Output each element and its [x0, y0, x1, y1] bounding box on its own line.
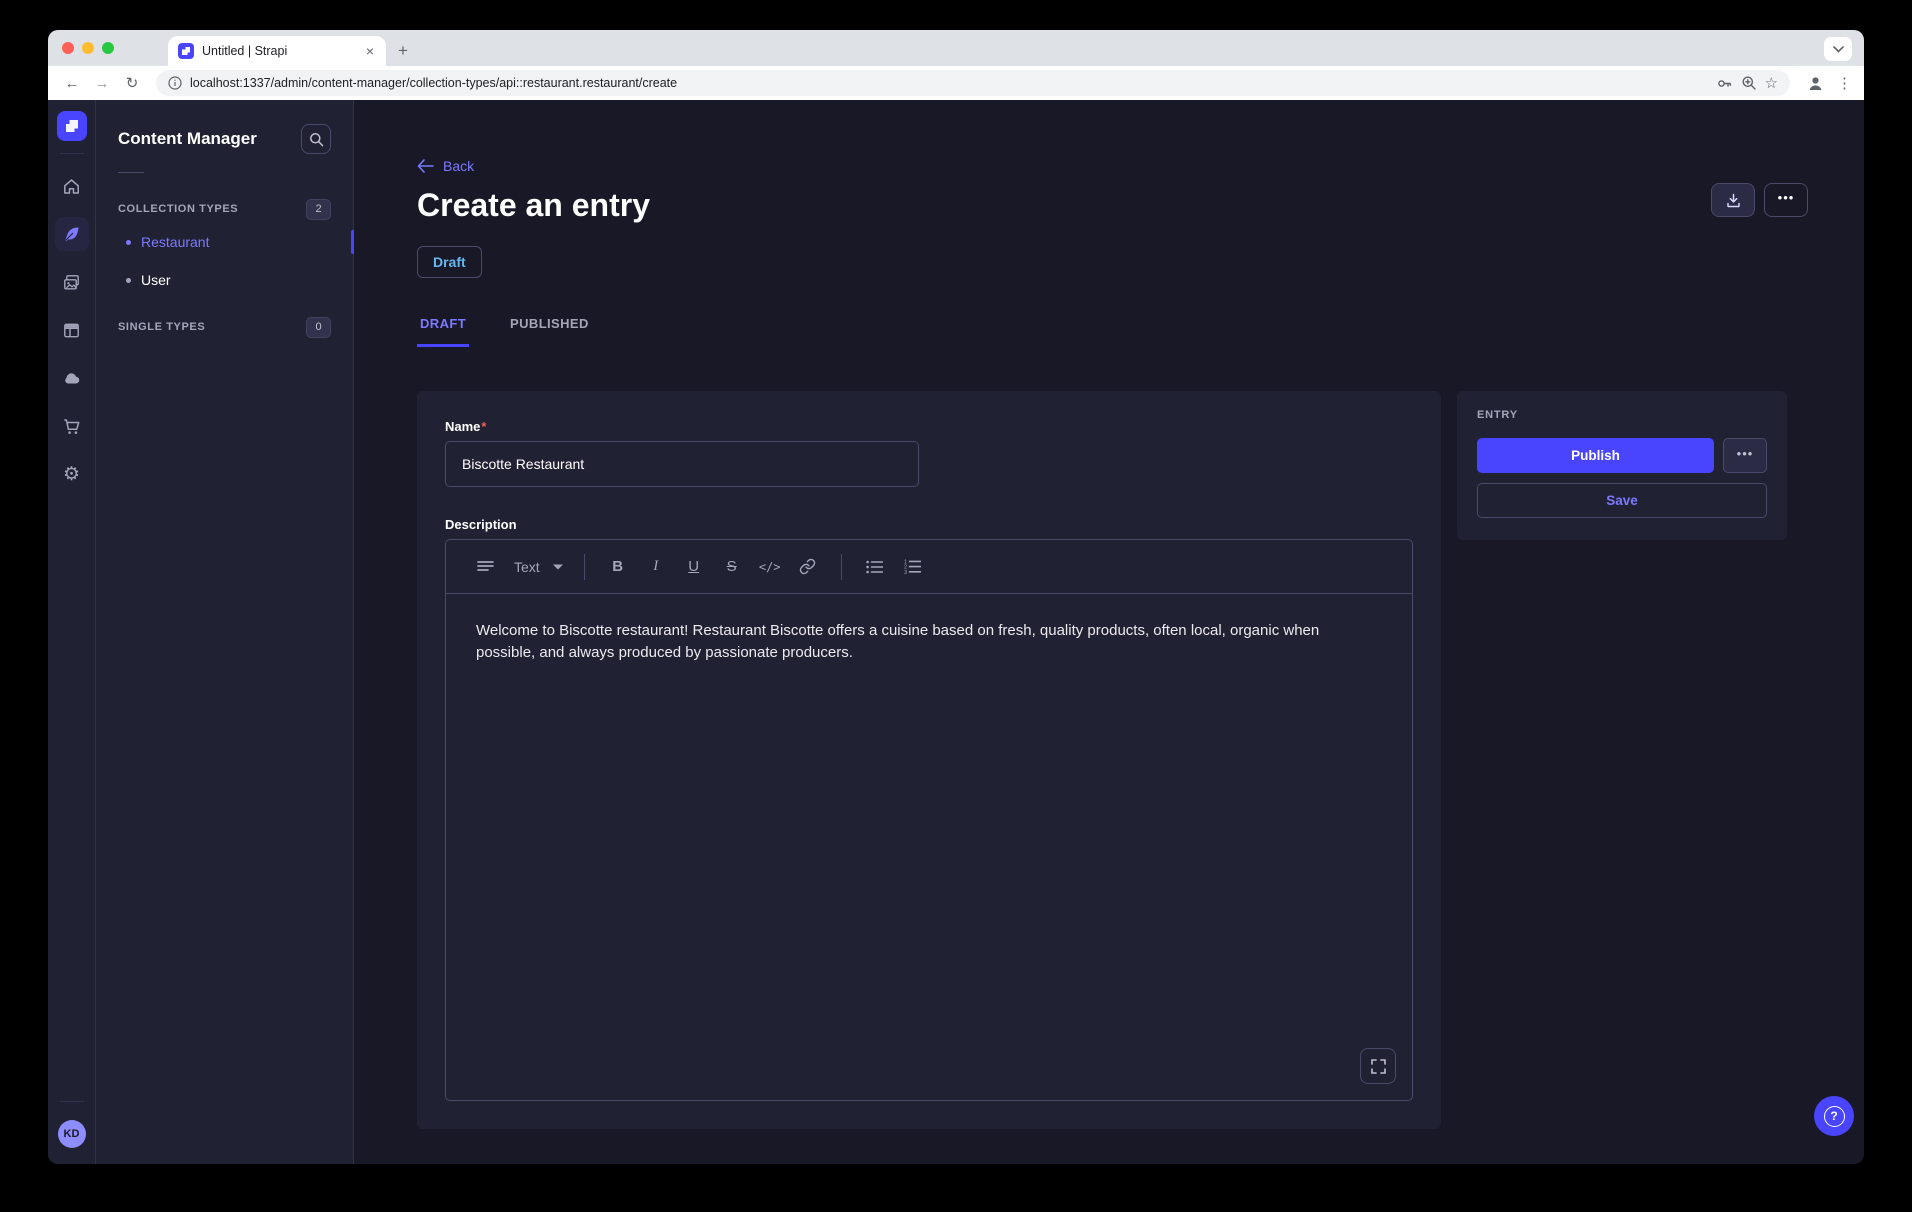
nav-content-type-builder-icon[interactable]: [55, 313, 89, 347]
minimize-window-button[interactable]: [82, 42, 94, 54]
expand-editor-button[interactable]: [1360, 1048, 1396, 1084]
close-tab-icon[interactable]: ×: [364, 43, 376, 59]
text-style-value: Text: [514, 559, 540, 575]
zoom-page-icon[interactable]: [1741, 75, 1757, 91]
chrome-menu-icon[interactable]: ⋮: [1837, 74, 1852, 92]
bold-button[interactable]: B: [604, 553, 632, 581]
export-download-button[interactable]: [1711, 183, 1755, 217]
strapi-favicon: [178, 43, 194, 59]
strikethrough-button[interactable]: S: [718, 553, 746, 581]
numbered-list-button[interactable]: 123: [899, 553, 927, 581]
nav-media-library-icon[interactable]: [55, 265, 89, 299]
tab-search-chevron-icon[interactable]: [1824, 37, 1852, 61]
sidebar-item-restaurant[interactable]: Restaurant: [118, 223, 331, 261]
nav-divider: [60, 153, 84, 154]
nav-cloud-icon[interactable]: [55, 361, 89, 395]
browser-tab[interactable]: Untitled | Strapi ×: [168, 36, 386, 66]
nav-marketplace-icon[interactable]: [55, 409, 89, 443]
search-button[interactable]: [301, 124, 331, 154]
header-more-button[interactable]: •••: [1764, 183, 1808, 217]
address-bar[interactable]: localhost:1337/admin/content-manager/col…: [156, 70, 1790, 96]
question-mark-icon: ?: [1824, 1106, 1845, 1127]
site-info-icon[interactable]: [168, 76, 182, 90]
editor-toolbar: Text B I U S </>: [446, 540, 1412, 594]
bulleted-list-button[interactable]: [861, 553, 889, 581]
browser-toolbar: ← → ↻ localhost:1337/admin/content-manag…: [48, 66, 1864, 100]
underline-button[interactable]: U: [680, 553, 708, 581]
back-nav-icon[interactable]: ←: [60, 75, 84, 92]
sidebar-item-label: Restaurant: [141, 234, 209, 250]
zoom-window-button[interactable]: [102, 42, 114, 54]
tab-strip: Untitled | Strapi × +: [48, 30, 1864, 66]
traffic-lights: [62, 42, 114, 54]
bullet-icon: [126, 278, 131, 283]
help-button[interactable]: ?: [1814, 1096, 1854, 1136]
nav-home-icon[interactable]: [55, 169, 89, 203]
name-field-label: Name*: [445, 419, 1413, 434]
toolbar-separator: [841, 554, 842, 580]
tab-published[interactable]: PUBLISHED: [507, 316, 592, 347]
new-tab-button[interactable]: +: [398, 41, 408, 61]
sidebar-item-user[interactable]: User: [118, 261, 331, 299]
main-content: ••• Back Create an entry Draft DRAFT PUB…: [354, 100, 1864, 1164]
reload-icon[interactable]: ↻: [120, 74, 144, 92]
password-key-icon[interactable]: [1716, 75, 1733, 92]
description-field-label: Description: [445, 517, 1413, 532]
close-window-button[interactable]: [62, 42, 74, 54]
chevron-down-icon: [552, 563, 564, 571]
single-types-count-badge: 0: [306, 317, 331, 338]
text-style-dropdown[interactable]: Text: [514, 559, 564, 575]
link-button[interactable]: [794, 553, 822, 581]
publish-button[interactable]: Publish: [1477, 438, 1714, 473]
back-label: Back: [443, 158, 474, 174]
main-nav-rail: ⚙ KD: [48, 100, 96, 1164]
collection-types-count-badge: 2: [306, 199, 331, 220]
panel-divider: [118, 172, 144, 173]
nav-bottom-divider: [60, 1101, 84, 1102]
nav-content-manager-icon[interactable]: [55, 217, 89, 251]
back-link[interactable]: Back: [417, 158, 474, 174]
single-types-label: SINGLE TYPES: [118, 321, 205, 333]
entry-panel-title: ENTRY: [1477, 409, 1767, 421]
italic-button[interactable]: I: [642, 553, 670, 581]
entry-form-card: Name* Description Text: [417, 391, 1441, 1129]
panel-title: Content Manager: [118, 129, 257, 149]
tab-draft[interactable]: DRAFT: [417, 316, 469, 347]
profile-avatar-icon[interactable]: [1806, 74, 1825, 93]
browser-window: Untitled | Strapi × + ← → ↻ localhost:13…: [48, 30, 1864, 1164]
url-text[interactable]: localhost:1337/admin/content-manager/col…: [190, 76, 1708, 90]
content-manager-panel: Content Manager COLLECTION TYPES 2 Resta…: [96, 100, 354, 1164]
collection-types-header: COLLECTION TYPES 2: [118, 195, 331, 223]
editor-content[interactable]: Welcome to Biscotte restaurant! Restaura…: [446, 594, 1412, 1100]
page-title: Create an entry: [417, 187, 1808, 224]
strapi-app: ⚙ KD Content Manager COLLECTION TYPES 2 …: [48, 100, 1864, 1164]
svg-text:3: 3: [904, 570, 907, 574]
paragraph-format-icon[interactable]: [471, 553, 499, 581]
tab-title: Untitled | Strapi: [202, 44, 356, 58]
nav-settings-icon[interactable]: ⚙: [55, 457, 89, 491]
forward-nav-icon[interactable]: →: [90, 75, 114, 92]
name-input[interactable]: [445, 441, 919, 487]
back-arrow-icon: [417, 159, 434, 173]
user-avatar[interactable]: KD: [58, 1120, 86, 1148]
toolbar-separator: [584, 554, 585, 580]
entry-side-panel: ENTRY Publish ••• Save: [1457, 391, 1787, 540]
bullet-icon: [126, 240, 131, 245]
rich-text-editor: Text B I U S </>: [445, 539, 1413, 1101]
entry-more-button[interactable]: •••: [1723, 438, 1767, 473]
status-badge: Draft: [417, 246, 482, 278]
bookmark-star-icon[interactable]: ☆: [1765, 74, 1778, 92]
strapi-logo[interactable]: [57, 111, 87, 141]
collection-types-label: COLLECTION TYPES: [118, 203, 238, 215]
save-button[interactable]: Save: [1477, 483, 1767, 518]
sidebar-item-label: User: [141, 272, 171, 288]
code-button[interactable]: </>: [756, 553, 784, 581]
single-types-header: SINGLE TYPES 0: [118, 313, 331, 341]
required-asterisk: *: [481, 419, 486, 434]
version-tabs: DRAFT PUBLISHED: [417, 316, 1808, 347]
